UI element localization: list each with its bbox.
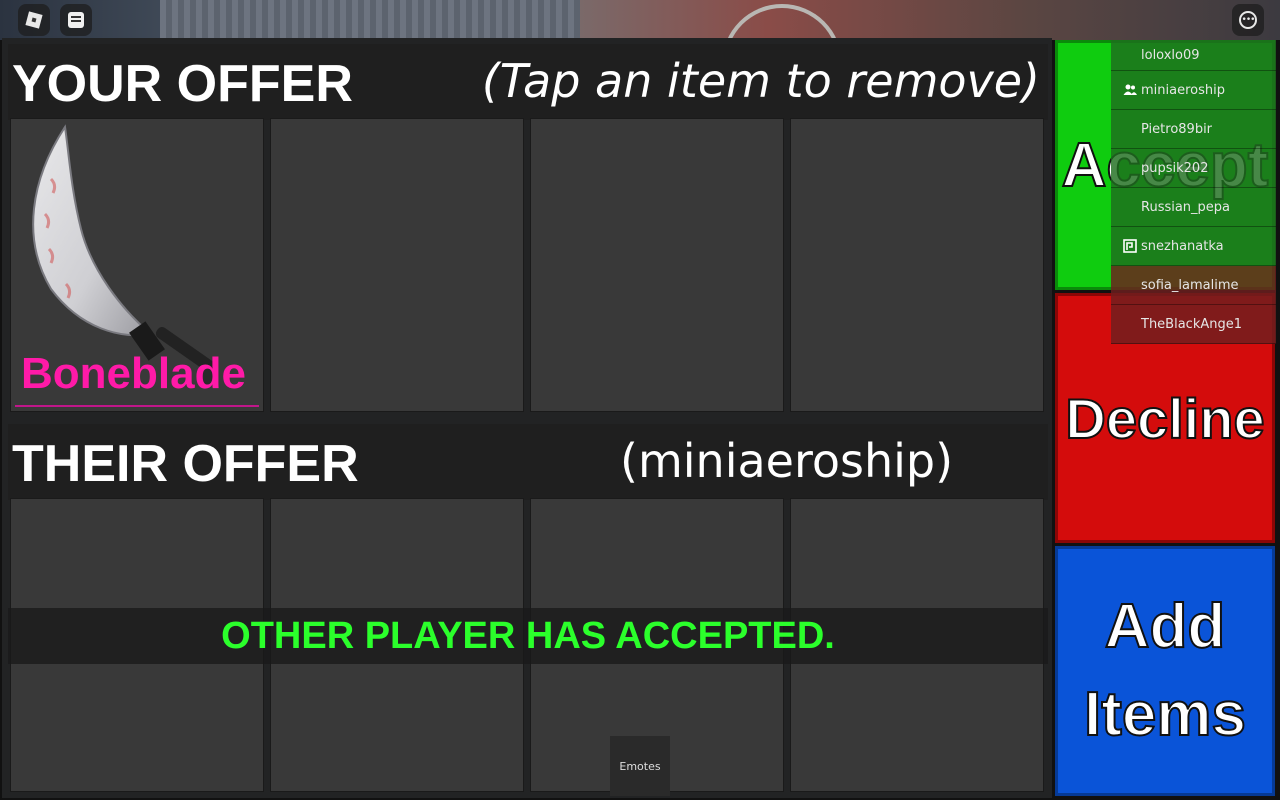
your-offer-header: YOUR OFFER (Tap an item to remove) bbox=[8, 44, 1048, 120]
your-offer-slot-4[interactable] bbox=[790, 118, 1044, 412]
your-offer-slot-2[interactable] bbox=[270, 118, 524, 412]
premium-icon bbox=[1123, 239, 1137, 253]
more-options-button[interactable]: ••• bbox=[1232, 4, 1264, 36]
player-row[interactable]: TheBlackAnge1 bbox=[1111, 305, 1276, 344]
status-banner: OTHER PLAYER HAS ACCEPTED. bbox=[8, 608, 1048, 664]
roof-decor bbox=[160, 0, 580, 40]
player-row[interactable]: sofia_lamalime bbox=[1111, 266, 1276, 305]
item-underline bbox=[15, 405, 259, 407]
player-name: Russian_pepa bbox=[1141, 199, 1231, 215]
player-row[interactable]: Pietro89bir bbox=[1111, 110, 1276, 149]
add-items-label-line1: Add bbox=[1104, 591, 1227, 662]
their-offer-header: THEIR OFFER (miniaeroship) bbox=[8, 424, 1048, 500]
more-options-icon: ••• bbox=[1239, 11, 1257, 29]
your-offer-title: YOUR OFFER bbox=[12, 55, 353, 113]
player-name: TheBlackAnge1 bbox=[1141, 316, 1243, 332]
roblox-menu-button[interactable] bbox=[18, 4, 50, 36]
player-row[interactable]: miniaeroship bbox=[1111, 71, 1276, 110]
player-name: pupsik202 bbox=[1141, 160, 1209, 176]
friends-icon bbox=[1123, 83, 1137, 97]
player-row[interactable]: loloxlo09 bbox=[1111, 40, 1276, 71]
emotes-button[interactable]: Emotes bbox=[610, 736, 670, 796]
your-offer-slot-1[interactable]: Boneblade bbox=[10, 118, 264, 412]
player-name: loloxlo09 bbox=[1141, 47, 1200, 63]
add-items-button[interactable]: Add Items bbox=[1055, 546, 1275, 796]
player-name: Pietro89bir bbox=[1141, 121, 1213, 137]
chat-icon bbox=[68, 12, 84, 28]
player-row[interactable]: snezhanatka bbox=[1111, 227, 1276, 266]
emotes-label: Emotes bbox=[619, 759, 661, 773]
their-offer-title: THEIR OFFER bbox=[12, 435, 359, 493]
player-name: snezhanatka bbox=[1141, 238, 1224, 254]
player-row[interactable]: pupsik202 bbox=[1111, 149, 1276, 188]
player-name: miniaeroship bbox=[1141, 82, 1225, 98]
add-items-label-line2: Items bbox=[1083, 679, 1247, 750]
remove-hint: (Tap an item to remove) bbox=[481, 54, 1040, 108]
player-list: loloxlo09 miniaeroship Pietro89bir pupsi… bbox=[1111, 40, 1276, 352]
decline-label: Decline bbox=[1064, 386, 1265, 451]
their-offer-player: (miniaeroship) bbox=[620, 434, 954, 488]
status-banner-text: OTHER PLAYER HAS ACCEPTED. bbox=[221, 614, 835, 657]
roblox-logo-icon bbox=[25, 11, 43, 29]
item-name-boneblade: Boneblade bbox=[21, 349, 246, 398]
chat-button[interactable] bbox=[60, 4, 92, 36]
game-background bbox=[0, 0, 1280, 64]
player-name: sofia_lamalime bbox=[1141, 277, 1239, 293]
your-offer-slot-3[interactable] bbox=[530, 118, 784, 412]
player-row[interactable]: Russian_pepa bbox=[1111, 188, 1276, 227]
